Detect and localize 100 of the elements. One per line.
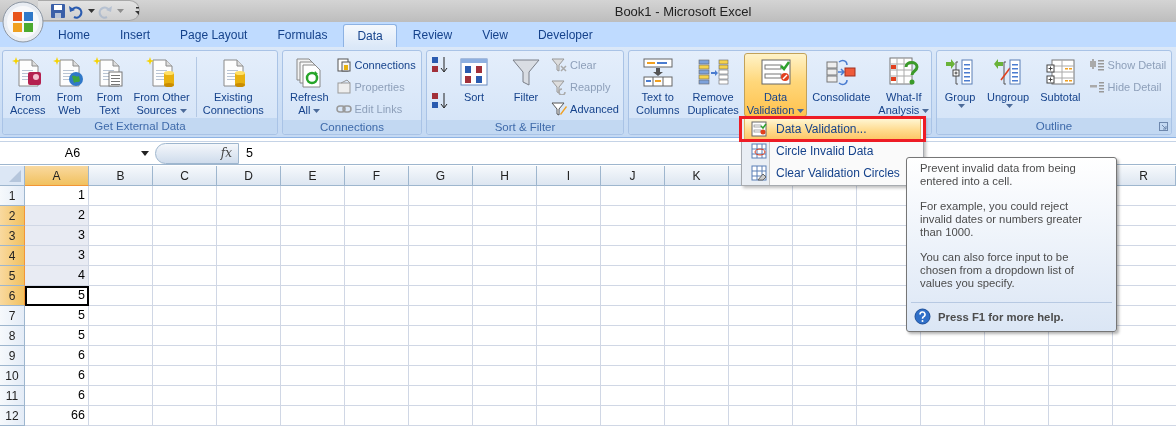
column-header[interactable]: K — [665, 166, 729, 186]
ribbon-tab[interactable]: Data — [343, 24, 397, 47]
sort-descending-icon — [431, 92, 449, 110]
ribbon-tab[interactable]: Page Layout — [166, 23, 262, 47]
window-title: Book1 - Microsoft Excel — [613, 3, 753, 19]
ribbon-button[interactable]: Connections — [335, 54, 416, 76]
save-button[interactable] — [50, 1, 66, 20]
group-label: Outline — [1035, 120, 1073, 132]
table-cell[interactable]: 6 — [25, 346, 89, 366]
table-cell[interactable]: 66 — [25, 406, 89, 426]
ribbon-button[interactable]: Filter — [507, 53, 546, 117]
ribbon-button[interactable]: From Other Sources — [130, 53, 193, 117]
ribbon-button[interactable]: Consolidate — [809, 53, 874, 117]
dialog-launcher-icon[interactable] — [1159, 122, 1168, 131]
table-cell[interactable]: 1 — [25, 186, 89, 206]
text-document-icon — [93, 56, 126, 88]
ribbon-button[interactable]: Remove Duplicates — [684, 53, 742, 117]
customize-caret-icon[interactable] — [134, 4, 139, 17]
row-header[interactable]: 9 — [0, 346, 25, 366]
save-icon — [50, 2, 66, 19]
formula-field[interactable]: 5 — [246, 146, 253, 160]
what-if-icon — [887, 56, 920, 88]
help-text: Press F1 for more help. — [938, 310, 1064, 323]
column-header[interactable]: J — [601, 166, 665, 186]
database-document-icon — [11, 56, 44, 88]
ribbon-button[interactable]: Subtotal — [1037, 53, 1084, 117]
name-box[interactable]: A6 — [0, 142, 155, 164]
table-cell[interactable]: 5 — [25, 306, 89, 326]
sort-ascending-icon — [431, 56, 449, 74]
corner-triangle-icon — [9, 170, 21, 182]
data-validation-icon — [759, 56, 792, 88]
ribbon-button[interactable]: Refresh All — [287, 53, 332, 117]
properties-icon — [335, 79, 352, 95]
table-cell[interactable]: 5 — [25, 326, 89, 346]
ribbon-tab[interactable]: Formulas — [263, 23, 342, 47]
grid-eraser-icon — [751, 165, 767, 181]
column-header[interactable]: H — [473, 166, 537, 186]
ribbon-button[interactable]: Advanced — [551, 98, 619, 120]
ribbon-tab[interactable]: View — [468, 23, 522, 47]
ribbon-tab[interactable]: Review — [398, 23, 467, 47]
hide-detail-icon — [1088, 79, 1105, 95]
group-icon — [944, 56, 976, 88]
row-header[interactable]: 1 — [0, 186, 25, 206]
ribbon-button[interactable]: From Access — [7, 53, 49, 117]
ribbon-button[interactable]: Ungroup — [984, 53, 1033, 117]
row-header[interactable]: 3 — [0, 226, 25, 246]
row-header[interactable]: 4 — [0, 246, 25, 266]
ribbon-button[interactable]: From Web — [50, 53, 89, 117]
ribbon-button[interactable]: Sort — [455, 53, 493, 117]
ribbon-button[interactable]: Data Validation — [743, 53, 808, 117]
row-header[interactable]: 2 — [0, 206, 25, 226]
ribbon-tab[interactable]: Developer — [523, 23, 607, 47]
ribbon-tab[interactable]: Home — [44, 23, 104, 47]
caret-icon — [88, 8, 95, 13]
caret-icon — [141, 151, 149, 156]
advanced-filter-icon — [551, 101, 568, 117]
table-cell[interactable]: 6 — [25, 366, 89, 386]
group-label: Connections — [320, 121, 384, 133]
ribbon-button[interactable]: From Text — [90, 53, 129, 117]
clear-filter-icon — [551, 57, 568, 73]
subtotal-icon — [1044, 56, 1077, 88]
table-cell[interactable]: 3 — [25, 226, 89, 246]
ribbon-button[interactable]: Group — [941, 53, 979, 117]
ribbon-button[interactable]: What-If Analysis — [875, 53, 933, 117]
row-header[interactable]: 8 — [0, 326, 25, 346]
table-cell[interactable]: 3 — [25, 246, 89, 266]
row-header[interactable]: 12 — [0, 406, 25, 426]
table-cell[interactable]: 6 — [25, 386, 89, 406]
reapply-filter-icon — [551, 79, 568, 95]
tooltip-text: You can also force input to be chosen from a dropdown list of values you specify. — [920, 251, 1075, 290]
show-detail-icon — [1088, 57, 1105, 73]
caret-icon — [117, 8, 124, 13]
ribbon-button[interactable]: Text to Columns — [633, 53, 683, 117]
row-header[interactable]: 11 — [0, 386, 25, 406]
ribbon-tab[interactable]: Insert — [106, 23, 165, 47]
group-label: Get External Data — [94, 120, 186, 132]
help-icon — [914, 308, 931, 325]
insert-function-button[interactable]: fx — [155, 142, 239, 164]
column-header[interactable]: D — [217, 166, 281, 186]
ribbon-button[interactable]: Existing Connections — [199, 53, 267, 117]
row-header[interactable]: 6 — [0, 286, 25, 306]
data-validation-icon — [751, 121, 767, 137]
tooltip-text: Prevent invalid data from being entered into a cell. — [920, 162, 1077, 188]
column-header[interactable]: B — [89, 166, 153, 186]
column-header[interactable]: I — [537, 166, 601, 186]
menu-item[interactable]: Circle Invalid Data — [744, 140, 921, 162]
row-header[interactable]: 7 — [0, 306, 25, 326]
globe-document-icon — [53, 56, 86, 88]
table-cell[interactable]: 4 — [25, 266, 89, 286]
row-header[interactable]: 5 — [0, 266, 25, 286]
column-header[interactable]: A — [25, 166, 89, 186]
table-cell[interactable]: 5 — [25, 286, 89, 306]
row-header[interactable]: 10 — [0, 366, 25, 386]
table-cell[interactable]: 2 — [25, 206, 89, 226]
grid-icon — [751, 143, 767, 159]
column-header[interactable]: F — [345, 166, 409, 186]
column-header[interactable]: G — [409, 166, 473, 186]
column-header[interactable]: C — [153, 166, 217, 186]
menu-item[interactable]: Clear Validation Circles — [744, 162, 921, 184]
column-header[interactable]: E — [281, 166, 345, 186]
